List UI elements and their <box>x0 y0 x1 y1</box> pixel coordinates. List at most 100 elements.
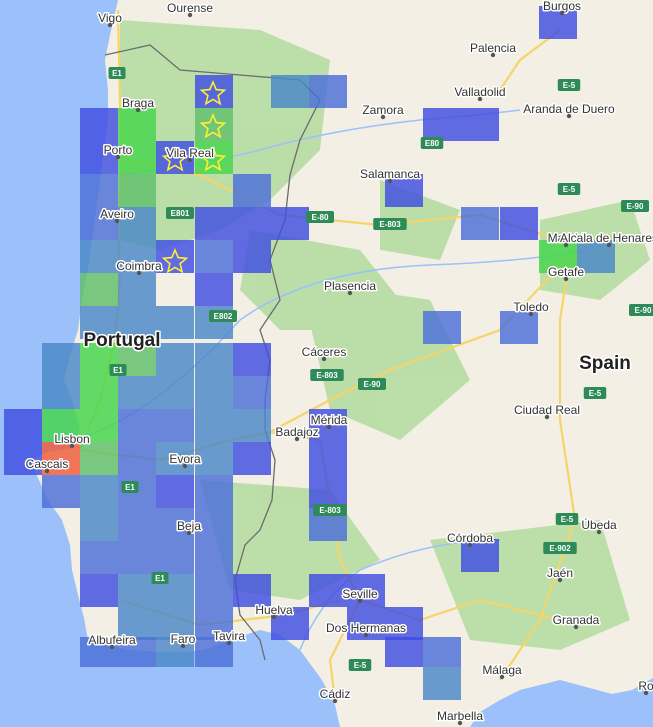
svg-text:E-5: E-5 <box>354 661 367 670</box>
city-dot-icon <box>557 577 563 583</box>
city-dot-icon <box>380 114 386 120</box>
city-dot-icon <box>44 468 50 474</box>
heatmap-cell <box>118 273 156 306</box>
heatmap-cell <box>80 442 118 475</box>
heatmap-cell <box>423 667 461 700</box>
road-shield: E1 <box>108 67 126 79</box>
heatmap-cell <box>80 508 118 541</box>
road-shield: E-902 <box>543 542 577 554</box>
heatmap-cell <box>195 240 233 273</box>
road-shield: E1 <box>109 364 127 376</box>
svg-text:E801: E801 <box>171 209 190 218</box>
heatmap-cell <box>156 376 194 409</box>
svg-text:E-5: E-5 <box>563 81 576 90</box>
heatmap-cell <box>118 541 156 574</box>
heatmap-cell <box>118 409 156 442</box>
heatmap-cell <box>423 311 461 344</box>
heatmap-cell <box>233 442 271 475</box>
heatmap-cell <box>156 343 194 376</box>
heatmap-cell <box>42 376 80 409</box>
city-dot-icon <box>477 96 483 102</box>
svg-text:E-90: E-90 <box>635 306 652 315</box>
heatmap-cell <box>233 240 271 273</box>
heatmap-cell <box>80 475 118 508</box>
city-dot-icon <box>559 10 565 16</box>
heatmap-cell <box>80 174 118 207</box>
svg-text:E80: E80 <box>425 139 440 148</box>
city-label: Úbeda <box>581 517 617 532</box>
heatmap-cell <box>195 343 233 376</box>
svg-text:E1: E1 <box>155 574 165 583</box>
svg-text:E-5: E-5 <box>563 185 576 194</box>
svg-text:E1: E1 <box>113 366 123 375</box>
heatmap-cell <box>195 574 233 607</box>
city-dot-icon <box>109 644 115 650</box>
city-dot-icon <box>563 242 569 248</box>
heatmap-cell <box>195 108 233 141</box>
road-shield: E-5 <box>583 387 607 399</box>
road-shield: E80 <box>420 137 444 149</box>
heatmap-cell <box>271 75 309 108</box>
city-dot-icon <box>573 624 579 630</box>
city-dot-icon <box>467 542 473 548</box>
road-shield: E-803 <box>310 369 344 381</box>
heatmap-cell <box>118 108 156 141</box>
svg-text:E-902: E-902 <box>549 544 571 553</box>
svg-text:E-803: E-803 <box>316 371 338 380</box>
city-dot-icon <box>499 674 505 680</box>
city-dot-icon <box>387 178 393 184</box>
heatmap-cell <box>233 343 271 376</box>
heatmap-cell <box>80 541 118 574</box>
city-dot-icon <box>271 614 277 620</box>
heatmap-cell <box>500 311 538 344</box>
heatmap-cell <box>233 409 271 442</box>
svg-text:E-80: E-80 <box>312 213 329 222</box>
city-dot-icon <box>186 530 192 536</box>
heatmap-cell <box>461 108 499 141</box>
road-shield: E1 <box>121 481 139 493</box>
heatmap-cell <box>309 442 347 475</box>
heatmap-cell <box>195 75 233 108</box>
city-dot-icon <box>136 270 142 276</box>
road-shield: E-5 <box>557 183 581 195</box>
city-dot-icon <box>457 720 463 726</box>
city-dot-icon <box>115 154 121 160</box>
heatmap-cell <box>195 442 233 475</box>
city-dot-icon <box>321 356 327 362</box>
city-dot-icon <box>596 529 602 535</box>
heatmap-cell <box>500 207 538 240</box>
city-dot-icon <box>357 598 363 604</box>
heatmap-cell <box>195 541 233 574</box>
city-dot-icon <box>326 424 332 430</box>
heatmap-cell <box>118 376 156 409</box>
city-dot-icon <box>226 640 232 646</box>
svg-text:E-5: E-5 <box>589 389 602 398</box>
heatmap-cell <box>195 376 233 409</box>
heatmap-cell <box>461 207 499 240</box>
city-dot-icon <box>563 276 569 282</box>
svg-text:E-90: E-90 <box>627 202 644 211</box>
city-dot-icon <box>187 12 193 18</box>
heatmap-cell <box>80 108 118 141</box>
road-shield: E-5 <box>555 513 579 525</box>
heatmap-cell <box>80 240 118 273</box>
heatmap-cell <box>4 409 42 442</box>
city-dot-icon <box>606 242 612 248</box>
heatmap-cell <box>156 409 194 442</box>
road-shield: E1 <box>151 572 169 584</box>
heatmap-map[interactable]: E1 E80 E-80 E-5 E-5 E-90 E801 E-803 E802 E1 E-803 E… <box>0 0 653 727</box>
svg-text:E802: E802 <box>214 312 233 321</box>
heatmap-cell <box>80 273 118 306</box>
heatmap-cell <box>195 207 233 240</box>
heatmap-cell <box>156 475 194 508</box>
svg-text:E-803: E-803 <box>379 220 401 229</box>
city-dot-icon <box>107 22 113 28</box>
road-shield: E-90 <box>629 304 653 316</box>
city-dot-icon <box>363 632 369 638</box>
country-label: Portugal <box>83 330 160 351</box>
heatmap-cell <box>195 273 233 306</box>
city-dot-icon <box>544 414 550 420</box>
city-dot-icon <box>347 290 353 296</box>
heatmap-cell <box>156 541 194 574</box>
heatmap-cell <box>118 508 156 541</box>
